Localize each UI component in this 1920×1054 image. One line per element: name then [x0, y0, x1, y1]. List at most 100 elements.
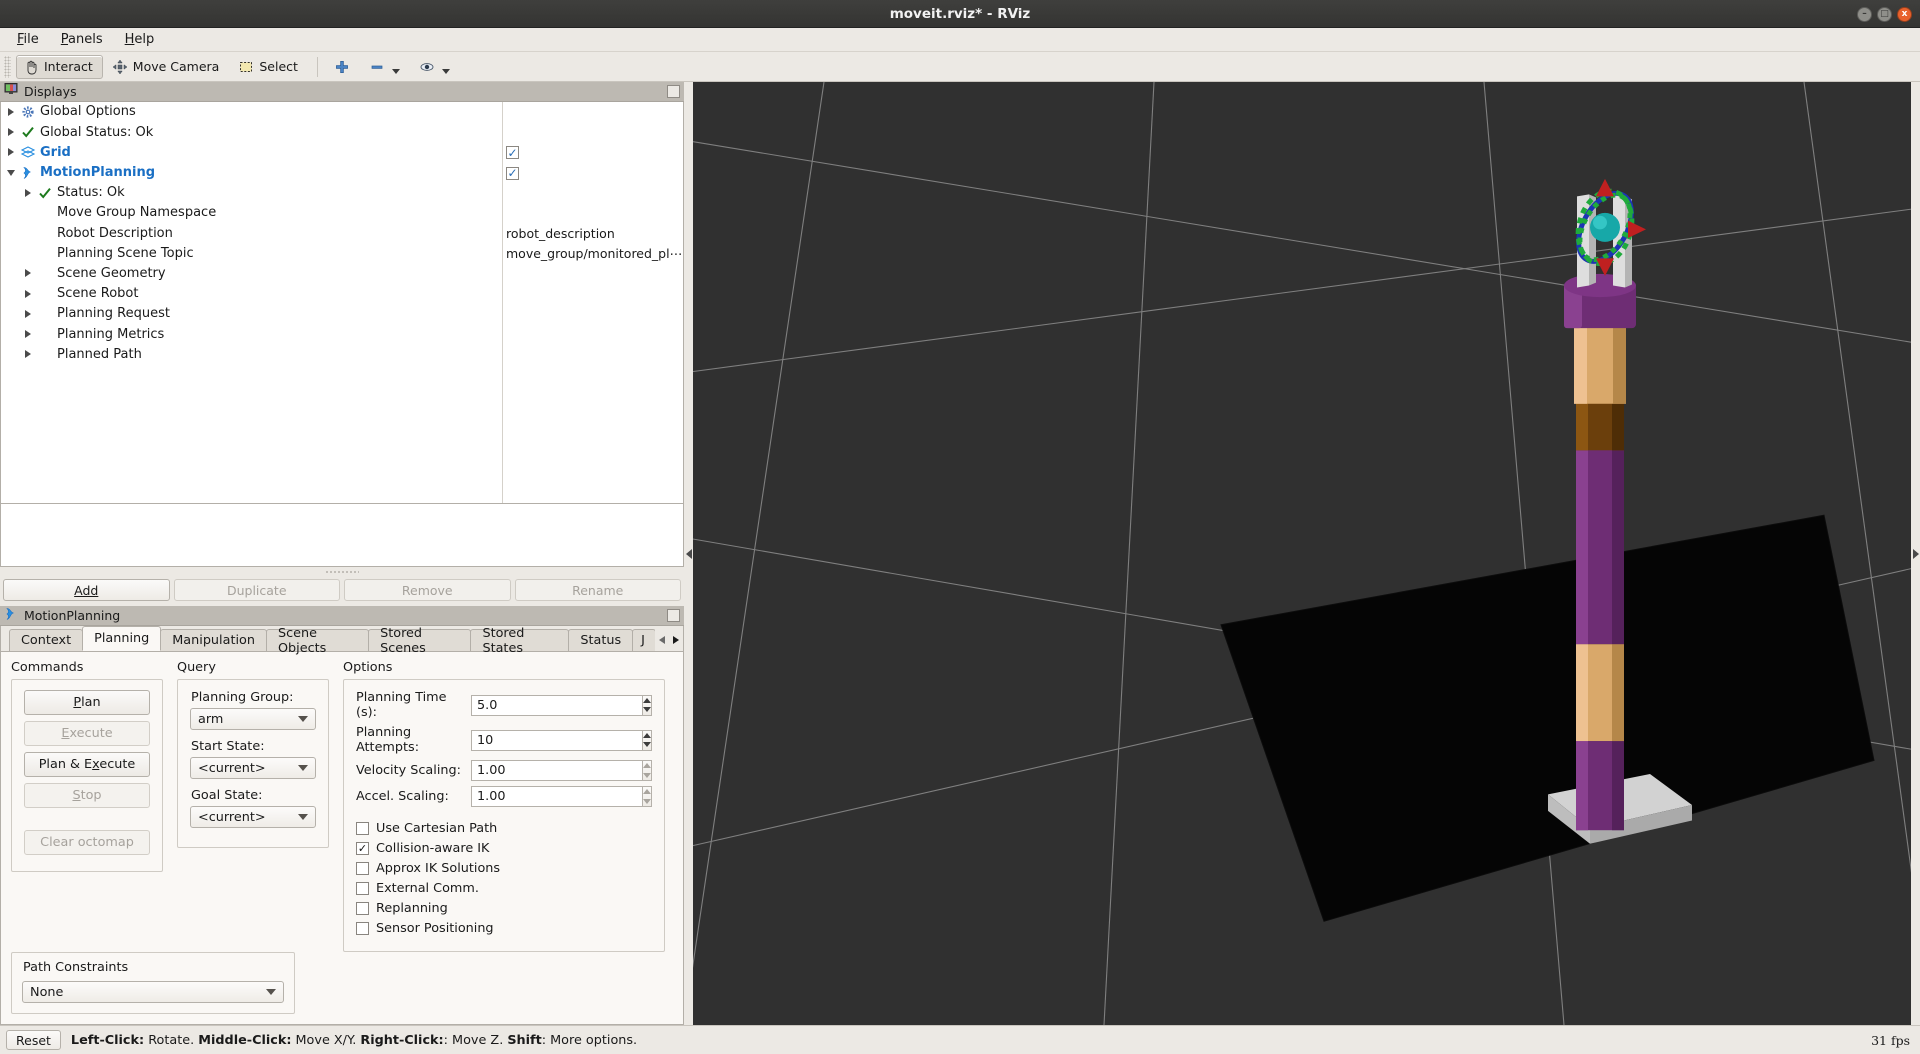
tree-row[interactable]: Scene Robot: [1, 284, 683, 304]
tree-row-value-cell[interactable]: [502, 165, 519, 180]
spinner-arrows[interactable]: [642, 786, 652, 807]
tree-row[interactable]: Planning Metrics: [1, 324, 683, 344]
tree-row[interactable]: Scene Geometry: [1, 263, 683, 283]
option-spinbox[interactable]: [471, 729, 652, 751]
displays-tree[interactable]: Global Options Global Status: Ok Grid Motio…: [1, 101, 683, 503]
interact-tool-button[interactable]: Interact: [16, 54, 103, 79]
option-checkbox[interactable]: [356, 842, 369, 855]
tree-row-checkbox[interactable]: [506, 166, 519, 180]
tree-row[interactable]: Planned Path: [1, 344, 683, 364]
option-checkbox-row[interactable]: Approx IK Solutions: [356, 861, 652, 876]
option-checkbox-row[interactable]: Collision-aware IK: [356, 841, 652, 856]
menu-panels[interactable]: Panels: [50, 29, 114, 50]
add-display-button[interactable]: Add: [3, 579, 170, 602]
right-dock-expand-handle[interactable]: [1911, 82, 1920, 1025]
tab-stored-states[interactable]: Stored States: [470, 626, 570, 656]
tab-status[interactable]: Status: [568, 629, 634, 651]
option-checkbox[interactable]: [356, 902, 369, 915]
tree-row[interactable]: MotionPlanning: [1, 162, 683, 182]
tab-manipulation[interactable]: Manipulation: [160, 629, 267, 651]
option-spinbox[interactable]: [471, 694, 652, 716]
option-spinbox[interactable]: [471, 786, 652, 807]
chevron-right-icon[interactable]: [4, 148, 18, 157]
tree-row[interactable]: Robot Description robot_description: [1, 223, 683, 243]
spinner-down-button[interactable]: [643, 740, 651, 750]
tree-row-value-cell[interactable]: [502, 145, 519, 160]
tree-row-value-cell[interactable]: move_group/monitored_pl⋯: [502, 246, 682, 261]
spinner-down-button[interactable]: [643, 705, 651, 715]
3d-viewport[interactable]: [684, 82, 1920, 1025]
option-checkbox-row[interactable]: External Comm.: [356, 881, 652, 896]
left-dock-collapse-handle[interactable]: [684, 82, 693, 1025]
tree-row-checkbox[interactable]: [506, 146, 519, 160]
goal-state-select[interactable]: <current>: [190, 806, 316, 828]
menu-file[interactable]: FFileile: [6, 29, 50, 50]
plan-and-execute-button[interactable]: Plan & Execute: [24, 752, 150, 777]
chevron-right-icon[interactable]: [21, 309, 35, 318]
spinner-arrows[interactable]: [642, 760, 652, 781]
minimize-button[interactable]: –: [1857, 6, 1872, 22]
chevron-right-icon[interactable]: [21, 269, 35, 278]
start-state-select[interactable]: <current>: [190, 757, 316, 779]
spinner-up-button[interactable]: [643, 696, 651, 706]
tab-context[interactable]: Context: [9, 629, 84, 651]
motionplanning-float-button[interactable]: [667, 609, 680, 623]
path-constraints-select[interactable]: None: [22, 981, 284, 1003]
displays-float-button[interactable]: [667, 84, 680, 98]
option-input[interactable]: [471, 729, 642, 751]
view-tool-button[interactable]: [412, 55, 460, 79]
option-input[interactable]: [471, 694, 642, 716]
add-goal-tool-button[interactable]: [327, 55, 360, 79]
chevron-right-icon[interactable]: [21, 350, 35, 359]
chevron-right-icon[interactable]: [4, 128, 18, 137]
tree-row[interactable]: Status: Ok: [1, 183, 683, 203]
chevron-right-icon[interactable]: [21, 330, 35, 339]
option-checkbox-row[interactable]: Use Cartesian Path: [356, 821, 652, 836]
menu-help[interactable]: Help: [114, 29, 166, 50]
chevron-right-icon[interactable]: [21, 188, 35, 197]
plan-button[interactable]: Plan: [24, 690, 150, 715]
remove-tool-button[interactable]: [362, 55, 410, 79]
spinner-up-button[interactable]: [643, 761, 651, 771]
planning-group-select[interactable]: arm: [190, 708, 316, 730]
option-checkbox[interactable]: [356, 882, 369, 895]
toolbar-grip[interactable]: [4, 55, 11, 78]
select-tool-button[interactable]: Select: [231, 55, 308, 79]
chevron-down-icon[interactable]: [4, 169, 18, 176]
tab-scroll-right-button[interactable]: [669, 629, 683, 651]
spinner-down-button[interactable]: [643, 771, 651, 781]
tree-row[interactable]: Planning Scene Topic move_group/monitored…: [1, 243, 683, 263]
option-checkbox-row[interactable]: Replanning: [356, 901, 652, 916]
move-camera-tool-button[interactable]: Move Camera: [105, 55, 230, 79]
spinner-arrows[interactable]: [642, 729, 652, 751]
chevron-down-icon[interactable]: [441, 68, 450, 74]
option-input[interactable]: [471, 760, 642, 781]
spinner-down-button[interactable]: [643, 797, 651, 807]
reset-button[interactable]: Reset: [6, 1030, 61, 1050]
option-input[interactable]: [471, 786, 642, 807]
tree-row-value-cell[interactable]: robot_description: [502, 226, 615, 241]
tree-row[interactable]: Global Status: Ok: [1, 122, 683, 142]
option-checkbox[interactable]: [356, 922, 369, 935]
tree-row[interactable]: Grid: [1, 142, 683, 162]
chevron-right-icon[interactable]: [4, 107, 18, 116]
chevron-down-icon[interactable]: [391, 68, 400, 74]
maximize-button[interactable]: □: [1877, 6, 1892, 22]
chevron-right-icon[interactable]: [21, 289, 35, 298]
spinner-up-button[interactable]: [643, 787, 651, 797]
spinner-up-button[interactable]: [643, 731, 651, 741]
tab-j[interactable]: J: [632, 629, 656, 651]
tree-row[interactable]: Global Options: [1, 102, 683, 122]
spinner-arrows[interactable]: [642, 694, 652, 716]
option-spinbox[interactable]: [471, 760, 652, 781]
tab-scene-objects[interactable]: Scene Objects: [265, 626, 370, 656]
tab-planning[interactable]: Planning: [82, 626, 162, 651]
tree-row[interactable]: Planning Request: [1, 304, 683, 324]
close-button[interactable]: x: [1897, 6, 1912, 22]
option-checkbox[interactable]: [356, 822, 369, 835]
tree-row[interactable]: Move Group Namespace: [1, 203, 683, 223]
tab-scroll-left-button[interactable]: [655, 629, 669, 651]
option-checkbox-row[interactable]: Sensor Positioning: [356, 921, 652, 936]
left-dock-splitter[interactable]: [0, 567, 684, 576]
tab-stored-scenes[interactable]: Stored Scenes: [368, 626, 472, 656]
